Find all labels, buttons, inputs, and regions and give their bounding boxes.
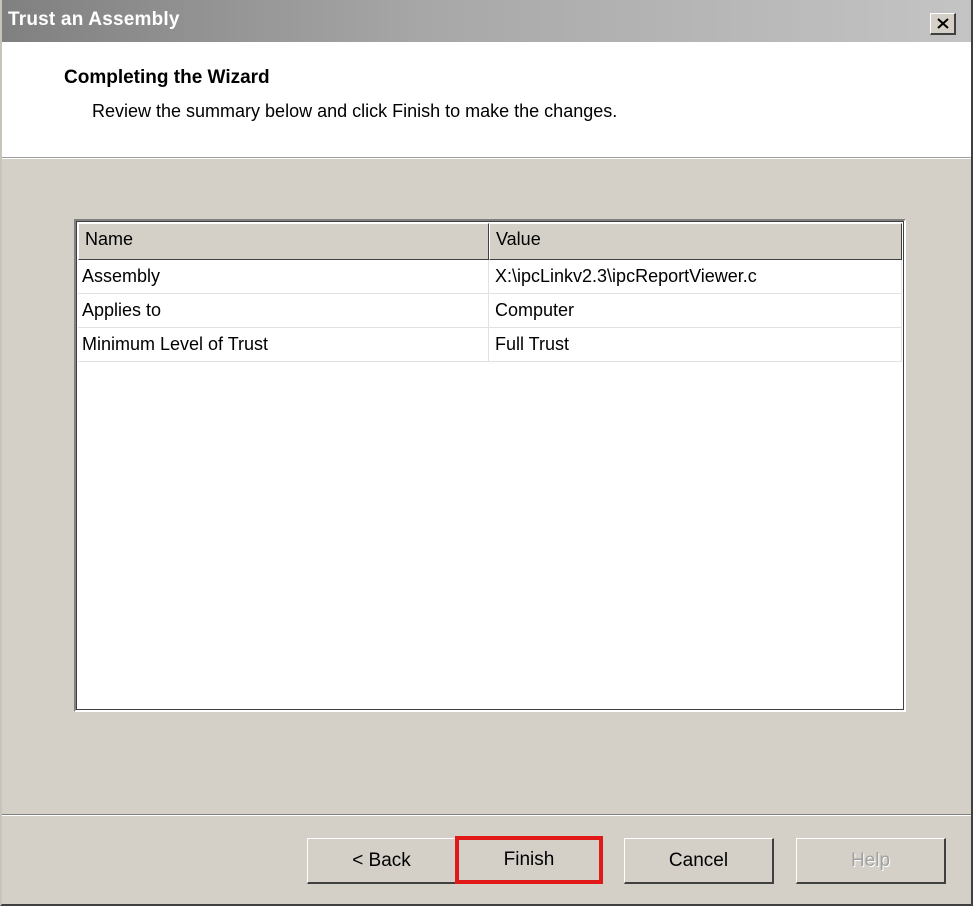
page-subtitle: Review the summary below and click Finis…: [92, 101, 618, 121]
finish-button[interactable]: Finish: [455, 836, 603, 884]
list-header: Name Value: [78, 223, 902, 260]
title-bar[interactable]: Trust an Assembly: [2, 0, 971, 42]
column-header-value[interactable]: Value: [489, 223, 902, 260]
list-item[interactable]: Minimum Level of Trust Full Trust: [78, 328, 902, 362]
page-title: Completing the Wizard: [64, 67, 270, 88]
cancel-button[interactable]: Cancel: [624, 838, 774, 884]
window-title: Trust an Assembly: [8, 9, 180, 30]
list-item[interactable]: Applies to Computer: [78, 294, 902, 328]
back-button[interactable]: < Back: [307, 838, 457, 884]
cell-value: X:\ipcLinkv2.3\ipcReportViewer.c: [489, 260, 902, 294]
button-separator-highlight: [2, 815, 971, 816]
column-header-name[interactable]: Name: [78, 223, 489, 260]
summary-list[interactable]: Name Value Assembly X:\ipcLinkv2.3\ipcRe…: [74, 219, 906, 712]
wizard-header: Completing the Wizard Review the summary…: [2, 42, 971, 158]
trust-assembly-dialog: Trust an Assembly Completing the Wizard …: [0, 0, 973, 906]
close-button[interactable]: [930, 13, 956, 35]
close-icon: [936, 18, 949, 29]
cell-name: Applies to: [78, 294, 489, 328]
help-button: Help: [796, 838, 946, 884]
cell-value: Full Trust: [489, 328, 902, 362]
list-rows: Assembly X:\ipcLinkv2.3\ipcReportViewer.…: [78, 260, 902, 362]
list-item[interactable]: Assembly X:\ipcLinkv2.3\ipcReportViewer.…: [78, 260, 902, 294]
cell-name: Assembly: [78, 260, 489, 294]
cell-name: Minimum Level of Trust: [78, 328, 489, 362]
cell-value: Computer: [489, 294, 902, 328]
